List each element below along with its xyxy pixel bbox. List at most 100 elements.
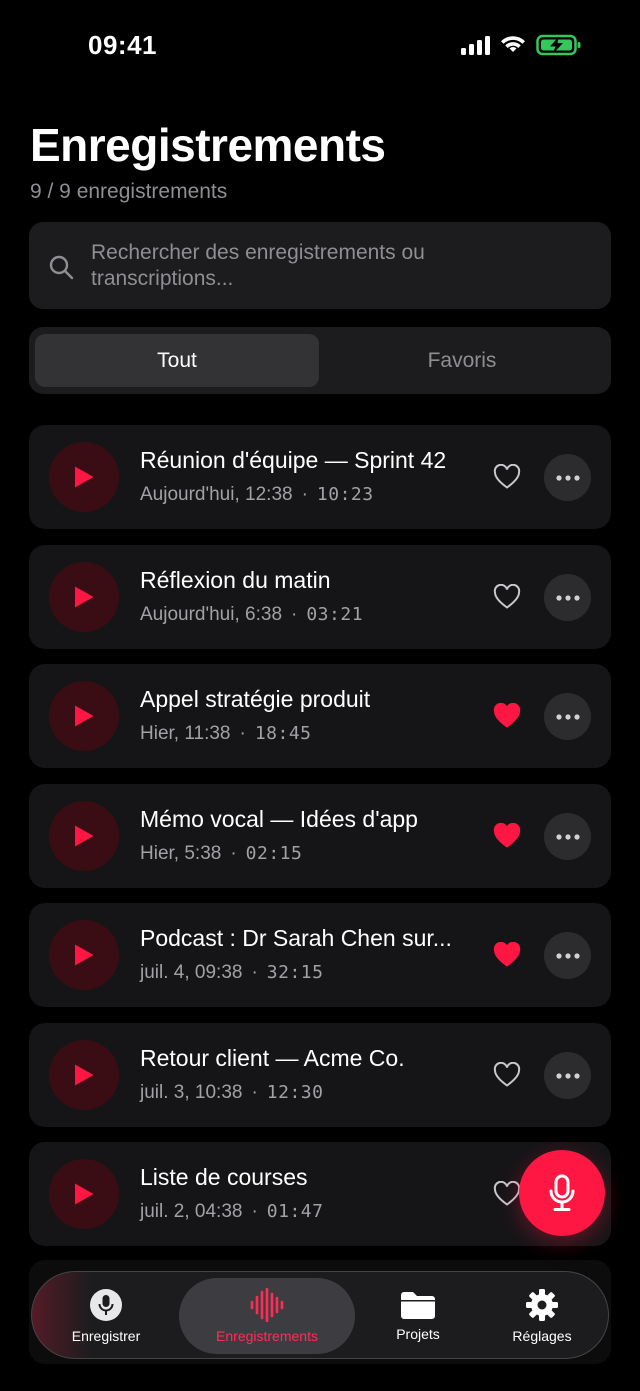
recording-meta: juil. 4, 09:38 · 32:15 (140, 962, 323, 984)
recording-card[interactable]: Mémo vocal — Idées d'app Hier, 5:38 · 02:15 (29, 784, 611, 888)
recording-title: Appel stratégie produit (140, 686, 371, 712)
page-title: Enregistrements (30, 119, 386, 171)
meta-separator: · (239, 723, 246, 744)
more-options-button[interactable] (544, 813, 591, 860)
recording-duration: 10:23 (316, 484, 374, 505)
tab-record-label: Enregistrer (71, 1328, 141, 1344)
heart-outline-icon[interactable] (493, 463, 521, 495)
recording-date: juil. 3, 10:38 (140, 1082, 243, 1103)
microphone-icon (90, 1289, 122, 1321)
tab-projects[interactable]: Projets (358, 1272, 478, 1358)
ellipsis-icon (555, 474, 580, 481)
play-button[interactable] (49, 681, 119, 751)
status-bar: 09:41 (0, 0, 640, 94)
recording-card[interactable]: Podcast : Dr Sarah Chen sur... juil. 4, 0… (29, 903, 611, 1007)
ellipsis-icon (555, 713, 580, 720)
record-fab-button[interactable] (519, 1150, 605, 1236)
recording-date: juil. 4, 09:38 (140, 962, 243, 983)
meta-separator: · (251, 1201, 258, 1222)
recording-duration: 03:21 (306, 604, 364, 625)
recording-date: Hier, 5:38 (140, 843, 222, 864)
recording-duration: 01:47 (266, 1201, 324, 1222)
play-button[interactable] (49, 562, 119, 632)
recording-card[interactable]: Appel stratégie produit Hier, 11:38 · 18:45 (29, 664, 611, 768)
tab-all[interactable]: Tout (35, 334, 319, 387)
recording-meta: Aujourd'hui, 6:38 · 03:21 (140, 604, 363, 626)
microphone-icon (549, 1174, 575, 1211)
play-button[interactable] (49, 801, 119, 871)
recording-date: Hier, 11:38 (140, 723, 231, 744)
tab-recordings-label: Enregistrements (216, 1328, 318, 1344)
recording-date: Aujourd'hui, 12:38 (140, 484, 293, 505)
recording-duration: 02:15 (245, 843, 303, 864)
play-icon (75, 705, 94, 727)
heart-filled-icon[interactable] (493, 822, 521, 854)
recording-title: Retour client — Acme Co. (140, 1045, 405, 1071)
cellular-signal-icon (461, 35, 490, 55)
recording-title: Podcast : Dr Sarah Chen sur... (140, 925, 452, 951)
heart-outline-icon[interactable] (493, 1180, 521, 1212)
heart-filled-icon[interactable] (493, 702, 521, 734)
tab-favorites[interactable]: Favoris (320, 334, 604, 387)
ellipsis-icon (555, 1072, 580, 1079)
battery-charging-icon (536, 34, 581, 56)
status-time: 09:41 (88, 30, 157, 60)
play-icon (75, 825, 94, 847)
search-placeholder: Rechercher des enregistrements ou transc… (91, 241, 425, 290)
recording-title: Liste de courses (140, 1164, 308, 1190)
recording-duration: 32:15 (266, 962, 324, 983)
tab-settings-label: Réglages (512, 1328, 572, 1344)
play-button[interactable] (49, 920, 119, 990)
waveform-icon (250, 1288, 284, 1322)
play-icon (75, 1064, 94, 1086)
recording-title: Mémo vocal — Idées d'app (140, 806, 418, 832)
recording-card[interactable]: Réunion d'équipe — Sprint 42 Aujourd'hui,… (29, 425, 611, 529)
more-options-button[interactable] (544, 1052, 591, 1099)
heart-outline-icon[interactable] (493, 1061, 521, 1093)
meta-separator: · (251, 962, 258, 983)
recording-meta: juil. 3, 10:38 · 12:30 (140, 1082, 323, 1104)
recording-title: Réunion d'équipe — Sprint 42 (140, 447, 447, 473)
play-icon (75, 944, 94, 966)
filter-segmented-control: Tout Favoris (29, 327, 611, 394)
more-options-button[interactable] (544, 693, 591, 740)
recording-duration: 18:45 (254, 723, 312, 744)
meta-separator: · (301, 484, 308, 505)
recording-card[interactable]: Réflexion du matin Aujourd'hui, 6:38 · 03:2… (29, 545, 611, 649)
recording-date: Aujourd'hui, 6:38 (140, 604, 283, 625)
tab-settings[interactable]: Réglages (482, 1272, 602, 1358)
tab-projects-label: Projets (396, 1326, 440, 1342)
status-icons (461, 34, 582, 56)
more-options-button[interactable] (544, 454, 591, 501)
search-icon (49, 255, 74, 280)
play-button[interactable] (49, 1159, 119, 1229)
recording-date: juil. 2, 04:38 (140, 1201, 243, 1222)
wifi-icon (501, 36, 525, 52)
tab-recordings[interactable]: Enregistrements (179, 1278, 355, 1354)
gear-icon (526, 1289, 558, 1321)
play-icon (75, 586, 94, 608)
recording-meta: Aujourd'hui, 12:38 · 10:23 (140, 484, 374, 506)
recording-meta: juil. 2, 04:38 · 01:47 (140, 1201, 323, 1223)
play-button[interactable] (49, 442, 119, 512)
recording-title: Réflexion du matin (140, 567, 331, 593)
more-options-button[interactable] (544, 932, 591, 979)
bottom-tab-bar: Enregistrer Enregistrements Projets Régl… (31, 1271, 609, 1359)
meta-separator: · (291, 604, 298, 625)
recording-meta: Hier, 11:38 · 18:45 (140, 723, 312, 745)
folder-icon (401, 1292, 435, 1319)
meta-separator: · (230, 843, 237, 864)
ellipsis-icon (555, 833, 580, 840)
play-icon (75, 1183, 94, 1205)
play-button[interactable] (49, 1040, 119, 1110)
heart-filled-icon[interactable] (493, 941, 521, 973)
recording-meta: Hier, 5:38 · 02:15 (140, 843, 302, 865)
recording-card[interactable]: Retour client — Acme Co. juil. 3, 10:38 · 1… (29, 1023, 611, 1127)
play-icon (75, 466, 94, 488)
ellipsis-icon (555, 594, 580, 601)
tab-record[interactable]: Enregistrer (46, 1272, 166, 1358)
ellipsis-icon (555, 952, 580, 959)
recordings-count: 9 / 9 enregistrements (30, 180, 228, 203)
heart-outline-icon[interactable] (493, 583, 521, 615)
more-options-button[interactable] (544, 574, 591, 621)
